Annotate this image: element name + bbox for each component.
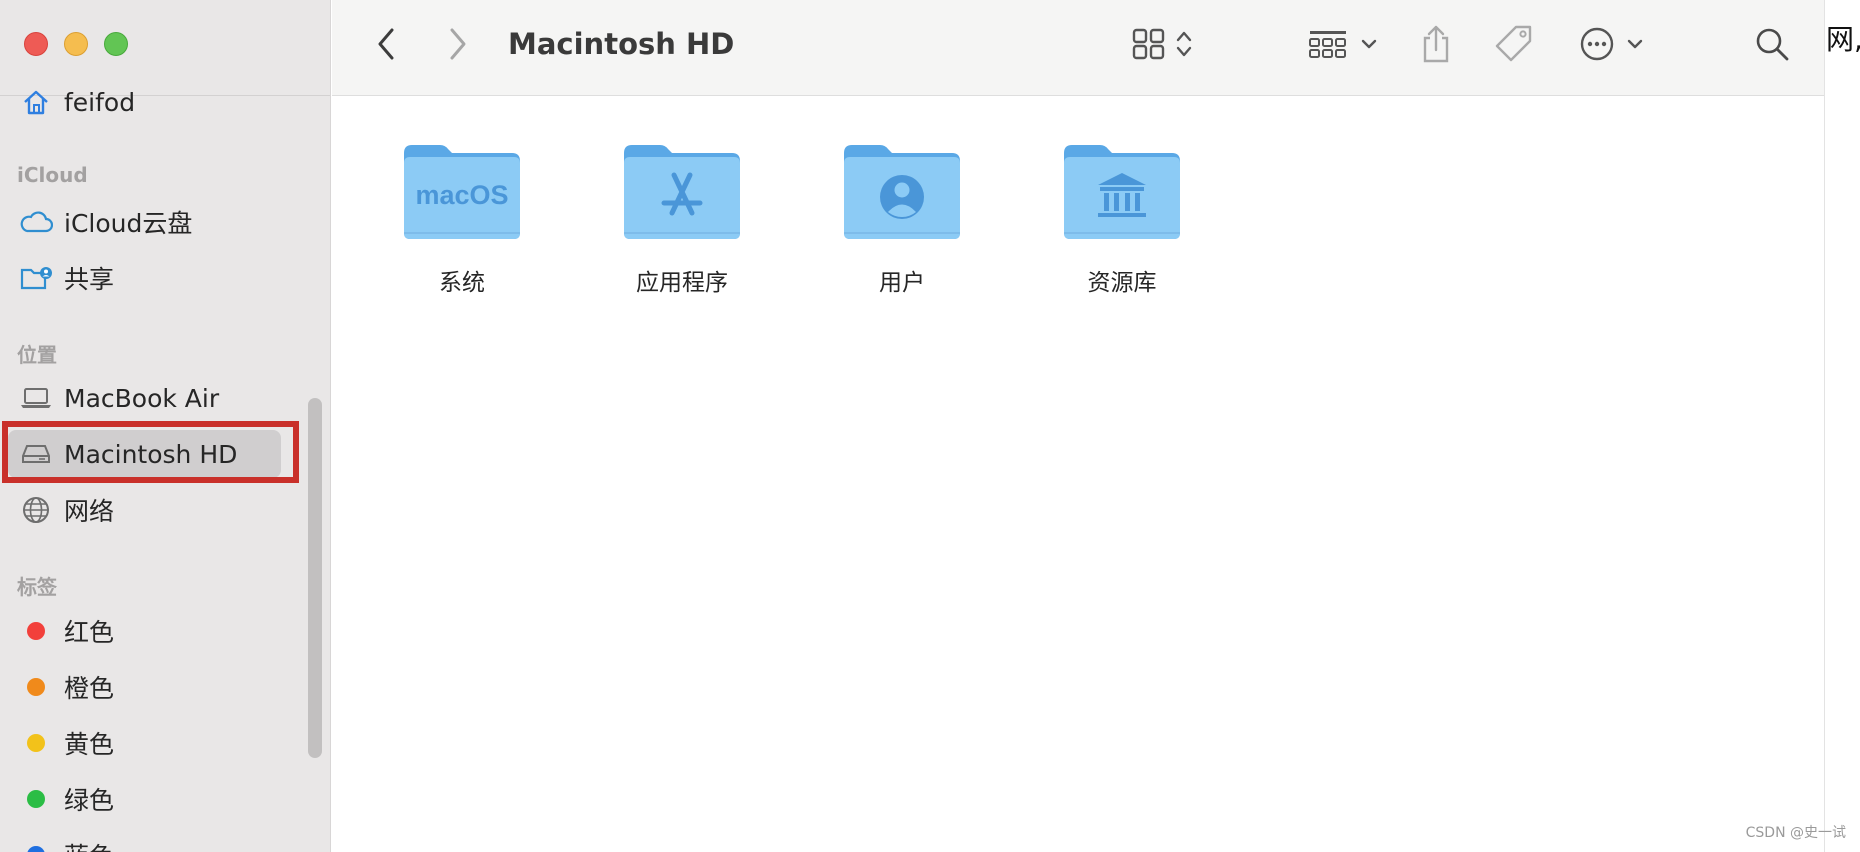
close-window-button[interactable]: [24, 32, 48, 56]
folder-name: 资源库: [1087, 270, 1157, 296]
sidebar-item-label: 红色: [64, 618, 115, 647]
more-actions-button[interactable]: [1578, 24, 1650, 68]
zoom-window-button[interactable]: [104, 32, 128, 56]
back-button[interactable]: [370, 24, 402, 68]
window-title: Macintosh HD: [508, 27, 735, 61]
folder-item-library[interactable]: 资源库: [1022, 137, 1222, 297]
chevron-left-icon: [376, 27, 396, 65]
folder-name: 用户: [879, 270, 925, 296]
sidebar-item-macbook-air[interactable]: MacBook Air: [8, 374, 281, 422]
chevron-right-icon: [448, 27, 468, 65]
svg-text:macOS: macOS: [415, 180, 508, 210]
sidebar-item-home[interactable]: feifod: [8, 78, 281, 126]
blue-tag-dot: [27, 846, 45, 852]
green-tag-dot: [27, 790, 45, 808]
macos-folder-icon: macOS: [400, 137, 524, 241]
cloud-icon: [8, 210, 64, 234]
watermark: CSDN @史一试: [1745, 825, 1846, 841]
sidebar-item-shared[interactable]: 共享: [8, 254, 281, 302]
library-folder-icon: [1060, 137, 1184, 241]
sidebar-item-tag-green[interactable]: 绿色: [8, 775, 281, 823]
shared-folder-icon: [8, 264, 64, 292]
toolbar: Macintosh HD: [332, 0, 1824, 96]
orange-tag-dot: [27, 678, 45, 696]
tag-button[interactable]: [1492, 24, 1536, 68]
folder-name: 系统: [439, 270, 485, 296]
window-controls: [24, 32, 128, 56]
sidebar-item-label: MacBook Air: [64, 383, 220, 413]
background-window-strip: [1824, 0, 1860, 852]
search-button[interactable]: [1750, 24, 1794, 68]
applications-folder-icon: [620, 137, 744, 241]
folder-name: 应用程序: [636, 270, 728, 296]
sidebar-item-label: 网络: [64, 497, 115, 526]
group-button[interactable]: [1304, 24, 1384, 68]
sidebar-item-icloud-drive[interactable]: iCloud云盘: [8, 198, 281, 246]
red-tag-dot: [27, 622, 45, 640]
minimize-window-button[interactable]: [64, 32, 88, 56]
sidebar-item-label: 共享: [64, 265, 115, 294]
sidebar-item-tag-blue[interactable]: 蓝色: [8, 831, 281, 852]
sidebar-item-label: iCloud云盘: [64, 209, 193, 238]
share-icon: [1419, 24, 1453, 68]
search-icon: [1754, 26, 1790, 66]
sidebar-item-label: 绿色: [64, 786, 115, 815]
sidebar-item-label: 橙色: [64, 674, 115, 703]
folder-item-users[interactable]: 用户: [802, 137, 1002, 297]
file-browser-content: macOS 系统 应用程序 用户 资源库: [332, 97, 1824, 852]
forward-button[interactable]: [442, 24, 474, 68]
grid-view-icon: [1132, 27, 1198, 65]
folder-item-applications[interactable]: 应用程序: [582, 137, 782, 297]
sidebar-item-tag-yellow[interactable]: 黄色: [8, 719, 281, 767]
view-toggle-button[interactable]: [1130, 24, 1200, 68]
group-icon: [1308, 27, 1380, 65]
sidebar-item-tag-orange[interactable]: 橙色: [8, 663, 281, 711]
home-icon: [8, 88, 64, 116]
laptop-icon: [8, 387, 64, 409]
tag-icon: [1494, 24, 1534, 68]
sidebar-scrollbar[interactable]: [308, 398, 322, 758]
section-header-icloud: iCloud: [17, 163, 88, 187]
yellow-tag-dot: [27, 734, 45, 752]
share-button[interactable]: [1414, 24, 1458, 68]
section-header-tags: 标签: [17, 575, 57, 599]
section-header-locations: 位置: [17, 343, 57, 367]
sidebar-item-label: 蓝色: [64, 837, 114, 852]
folder-item-system[interactable]: macOS 系统: [362, 137, 562, 297]
globe-icon: [8, 495, 64, 525]
sidebar-item-network[interactable]: 网络: [8, 486, 281, 534]
users-folder-icon: [840, 137, 964, 241]
ellipsis-circle-icon: [1579, 25, 1649, 67]
background-window-text: 网,: [1826, 23, 1860, 56]
sidebar-item-label: feifod: [64, 87, 136, 117]
selection-highlight-annotation: [2, 421, 299, 483]
sidebar-item-label: 黄色: [64, 730, 115, 759]
sidebar-item-tag-red[interactable]: 红色: [8, 607, 281, 655]
